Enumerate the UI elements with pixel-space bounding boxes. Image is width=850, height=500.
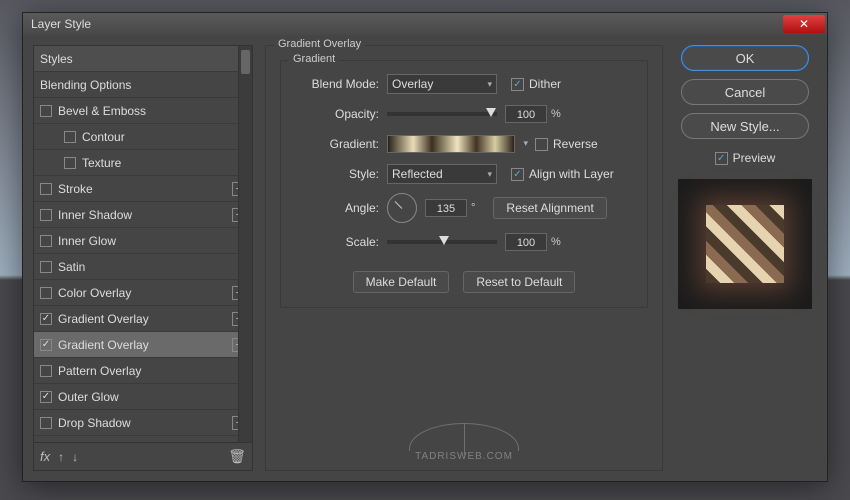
style-checkbox[interactable] [40, 261, 52, 273]
preview-swatch [706, 205, 784, 283]
style-item-satin[interactable]: Satin [34, 254, 252, 280]
new-style-button[interactable]: New Style... [681, 113, 809, 139]
angle-input[interactable]: 135 [425, 199, 467, 217]
blend-mode-label: Blend Mode: [293, 77, 379, 91]
styles-header: Styles [34, 46, 252, 72]
scrollbar[interactable] [238, 46, 252, 442]
styles-header-label: Styles [40, 52, 73, 66]
style-item-texture[interactable]: Texture [34, 150, 252, 176]
style-item-label: Satin [58, 260, 85, 274]
close-button[interactable]: ✕ [783, 15, 825, 33]
style-checkbox[interactable] [40, 105, 52, 117]
style-label: Style: [293, 167, 379, 181]
style-item-label: Pattern Overlay [58, 364, 141, 378]
style-checkbox[interactable] [40, 235, 52, 247]
trash-icon[interactable]: 🗑 [228, 448, 246, 465]
style-item-label: Gradient Overlay [58, 338, 149, 352]
style-checkbox[interactable] [64, 131, 76, 143]
move-down-icon[interactable]: ↓ [72, 450, 78, 464]
style-item-label: Contour [82, 130, 125, 144]
scale-unit: % [551, 236, 561, 248]
move-up-icon[interactable]: ↑ [58, 450, 64, 464]
reverse-label: Reverse [553, 137, 598, 151]
styles-list-panel: Styles Blending Options Bevel & Emboss Con… [33, 45, 253, 471]
align-checkbox[interactable] [511, 168, 524, 181]
gradient-group: Gradient Blend Mode: Overlay Dither Opac… [280, 60, 648, 308]
titlebar[interactable]: Layer Style ✕ [23, 13, 827, 35]
style-item-label: Inner Glow [58, 234, 116, 248]
opacity-input[interactable]: 100 [505, 105, 547, 123]
style-item-pattern-overlay[interactable]: Pattern Overlay [34, 358, 252, 384]
make-default-button[interactable]: Make Default [353, 271, 450, 293]
effect-settings-panel: Gradient Overlay Gradient Blend Mode: Ov… [265, 45, 663, 471]
style-checkbox[interactable] [40, 339, 52, 351]
gradient-picker[interactable] [387, 135, 515, 153]
styles-footer: fx ↑ ↓ 🗑 [34, 442, 252, 470]
style-item-label: Color Overlay [58, 286, 131, 300]
cancel-button[interactable]: Cancel [681, 79, 809, 105]
degree-unit: ° [471, 202, 475, 214]
opacity-label: Opacity: [293, 107, 379, 121]
style-item-bevel-emboss[interactable]: Bevel & Emboss [34, 98, 252, 124]
fx-menu-icon[interactable]: fx [40, 449, 50, 464]
scale-label: Scale: [293, 235, 379, 249]
style-checkbox[interactable] [40, 417, 52, 429]
scale-slider[interactable] [387, 240, 497, 244]
style-item-label: Drop Shadow [58, 416, 131, 430]
gradient-group-title: Gradient [289, 53, 339, 65]
style-item-label: Outer Glow [58, 390, 119, 404]
style-item-label: Stroke [58, 182, 93, 196]
style-item-color-overlay[interactable]: Color Overlay+ [34, 280, 252, 306]
preview-checkbox[interactable] [715, 152, 728, 165]
style-checkbox[interactable] [40, 287, 52, 299]
ok-button[interactable]: OK [681, 45, 809, 71]
opacity-unit: % [551, 108, 561, 120]
style-checkbox[interactable] [40, 183, 52, 195]
style-item-label: Gradient Overlay [58, 312, 149, 326]
style-item-label: Bevel & Emboss [58, 104, 146, 118]
style-item-label: Texture [82, 156, 121, 170]
style-item-label: Inner Shadow [58, 208, 132, 222]
style-item-inner-glow[interactable]: Inner Glow [34, 228, 252, 254]
angle-label: Angle: [293, 201, 379, 215]
style-checkbox[interactable] [40, 209, 52, 221]
preview-box [678, 179, 812, 309]
scrollbar-thumb[interactable] [241, 50, 250, 74]
preview-toggle[interactable]: Preview [715, 151, 776, 165]
watermark: TADRISWEB.COM [409, 423, 519, 462]
opacity-slider[interactable] [387, 112, 497, 116]
reset-default-button[interactable]: Reset to Default [463, 271, 575, 293]
style-item-label: Blending Options [40, 78, 131, 92]
styles-list: Styles Blending Options Bevel & Emboss Con… [34, 46, 252, 442]
style-checkbox[interactable] [40, 365, 52, 377]
preview-label: Preview [733, 151, 776, 165]
gradient-label: Gradient: [293, 137, 379, 151]
align-label: Align with Layer [529, 167, 614, 181]
style-item-drop-shadow[interactable]: Drop Shadow+ [34, 410, 252, 436]
book-icon [409, 423, 519, 451]
blend-mode-select[interactable]: Overlay [387, 74, 497, 94]
style-item-outer-glow[interactable]: Outer Glow [34, 384, 252, 410]
dither-label: Dither [529, 77, 561, 91]
style-item-gradient-overlay[interactable]: Gradient Overlay+ [34, 332, 252, 358]
reset-alignment-button[interactable]: Reset Alignment [493, 197, 606, 219]
dither-checkbox[interactable] [511, 78, 524, 91]
layer-style-dialog: Layer Style ✕ Styles Blending Options Bev… [22, 12, 828, 482]
scale-input[interactable]: 100 [505, 233, 547, 251]
style-checkbox[interactable] [40, 391, 52, 403]
panel-title: Gradient Overlay [274, 38, 365, 50]
style-item-stroke[interactable]: Stroke+ [34, 176, 252, 202]
reverse-checkbox[interactable] [535, 138, 548, 151]
style-item-contour[interactable]: Contour [34, 124, 252, 150]
style-item-inner-shadow[interactable]: Inner Shadow+ [34, 202, 252, 228]
dialog-buttons: OK Cancel New Style... Preview [675, 45, 815, 471]
style-item-blending-options[interactable]: Blending Options [34, 72, 252, 98]
angle-dial[interactable] [387, 193, 417, 223]
style-item-gradient-overlay[interactable]: Gradient Overlay+ [34, 306, 252, 332]
dialog-title: Layer Style [23, 17, 783, 31]
style-checkbox[interactable] [40, 313, 52, 325]
gradient-style-select[interactable]: Reflected [387, 164, 497, 184]
style-checkbox[interactable] [64, 157, 76, 169]
